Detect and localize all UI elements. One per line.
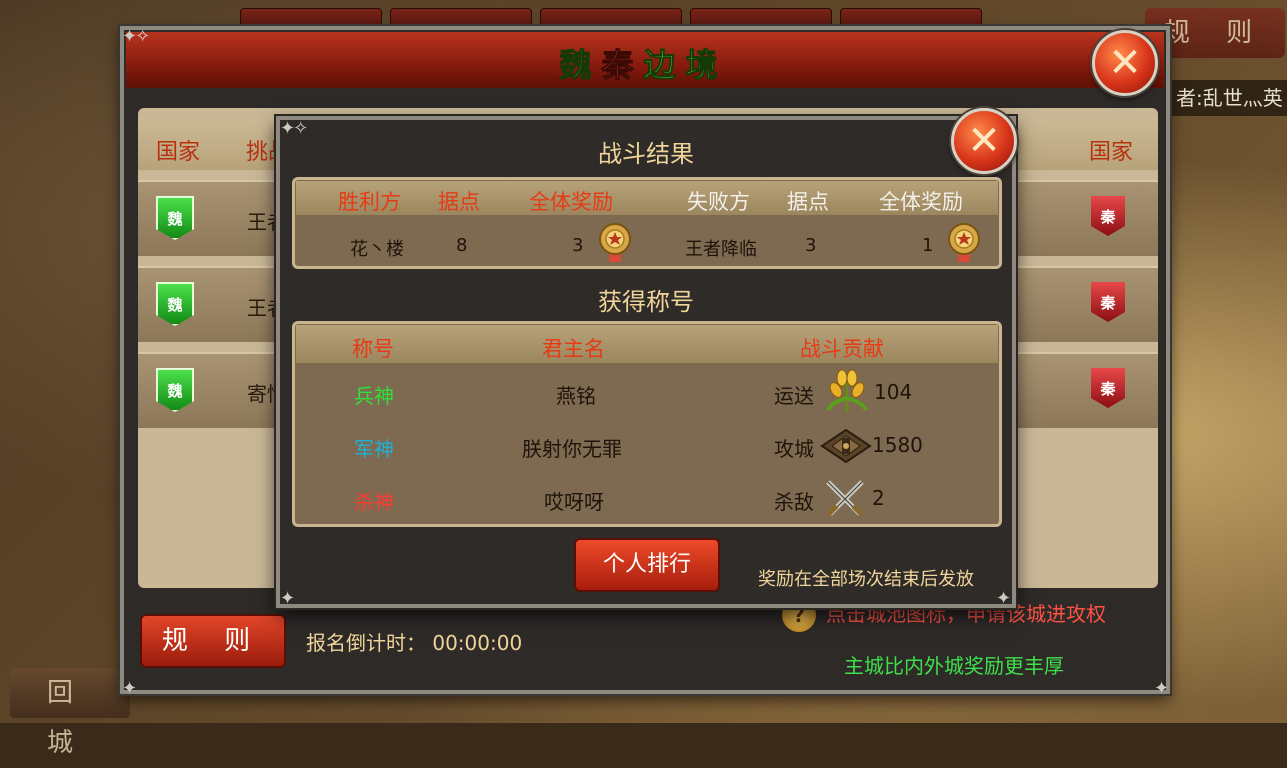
winner-reward: 3 (572, 235, 584, 256)
countdown-label: 报名倒计时： (306, 631, 426, 655)
personal-ranking-button[interactable]: 个人排行 (574, 538, 720, 592)
loser-reward: 1 (922, 235, 934, 256)
close-icon: ✕ (967, 118, 1001, 164)
corner-ornament-icon: ✦ (122, 678, 137, 699)
header-lord: 君主名 (542, 337, 605, 361)
winner-points: 8 (456, 235, 468, 256)
header-contribution: 战斗贡献 (800, 337, 884, 361)
contribution-action: 攻城 (774, 437, 814, 461)
popup-title: 战斗结果 (598, 140, 694, 168)
contribution-value: 104 (874, 380, 913, 404)
corner-ornament-icon: ✦ (1154, 678, 1169, 699)
contribution-action: 杀敌 (774, 490, 814, 514)
titles-header (296, 325, 998, 363)
header-country-left: 国家 (156, 140, 201, 165)
header-country-right: 国家 (1089, 140, 1134, 165)
contribution-value: 1580 (872, 433, 923, 457)
rules-button[interactable]: 规 则 (140, 614, 286, 668)
header-winner-points: 据点 (438, 190, 480, 214)
wheat-icon (826, 369, 868, 412)
crossed-swords-icon (826, 480, 864, 517)
medal-icon (599, 223, 631, 262)
titles-section-title: 获得称号 (598, 288, 694, 316)
close-window-button[interactable]: ✕ (1092, 30, 1158, 96)
header-loser-points: 据点 (787, 190, 829, 214)
title-name: 军神 (354, 437, 394, 461)
title-border: 边境 (643, 46, 728, 85)
title-name: 杀神 (354, 490, 394, 514)
header-winner-reward: 全体奖励 (529, 190, 613, 214)
back-to-city-button[interactable]: 回 城 (10, 668, 130, 758)
contribution-action: 运送 (774, 384, 814, 408)
tip-reward: 主城比内外城奖励更丰厚 (844, 654, 1064, 678)
row-player-name: 王者 (247, 296, 277, 320)
close-popup-button[interactable]: ✕ (951, 108, 1017, 174)
winner-name: 花丶楼 (350, 239, 404, 260)
lord-name: 燕铭 (556, 384, 596, 408)
reward-note: 奖励在全部场次结束后发放 (758, 569, 974, 590)
title-name: 兵神 (354, 384, 394, 408)
registration-countdown: 报名倒计时： 00:00:00 (306, 627, 522, 656)
loser-points: 3 (805, 235, 817, 256)
corner-ornament-icon: ✦ (996, 588, 1011, 609)
loser-name: 王者降临 (685, 239, 757, 260)
corner-ornament-icon: ✦ (280, 588, 295, 609)
title-qin: 秦 (601, 46, 644, 85)
header-loser-reward: 全体奖励 (879, 190, 963, 214)
lord-name: 哎呀呀 (544, 490, 604, 514)
row-player-name: 寄情 (247, 382, 277, 406)
header-title: 称号 (352, 337, 394, 361)
lord-name: 朕射你无罪 (522, 437, 622, 461)
contribution-value: 2 (872, 486, 885, 510)
siege-icon (820, 428, 872, 464)
header-loser: 失败方 (687, 190, 750, 214)
header-challenge: 挑战 (246, 140, 276, 165)
row-player-name: 王者 (247, 210, 277, 234)
header-winner: 胜利方 (338, 190, 401, 214)
title-wei: 魏 (559, 46, 602, 85)
medal-icon (948, 223, 980, 262)
close-icon: ✕ (1108, 40, 1142, 86)
countdown-value: 00:00:00 (432, 631, 523, 655)
